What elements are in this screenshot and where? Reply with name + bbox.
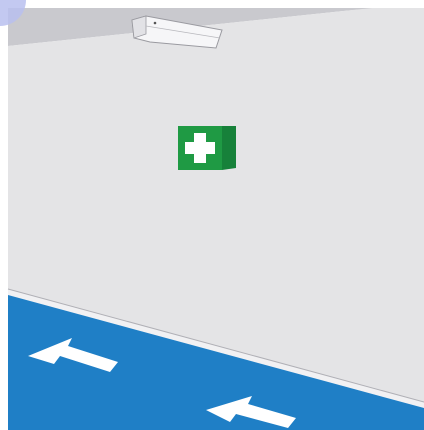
first-aid-sign-icon: [178, 126, 236, 170]
scene-root: [0, 0, 424, 430]
illustration: [0, 0, 424, 430]
